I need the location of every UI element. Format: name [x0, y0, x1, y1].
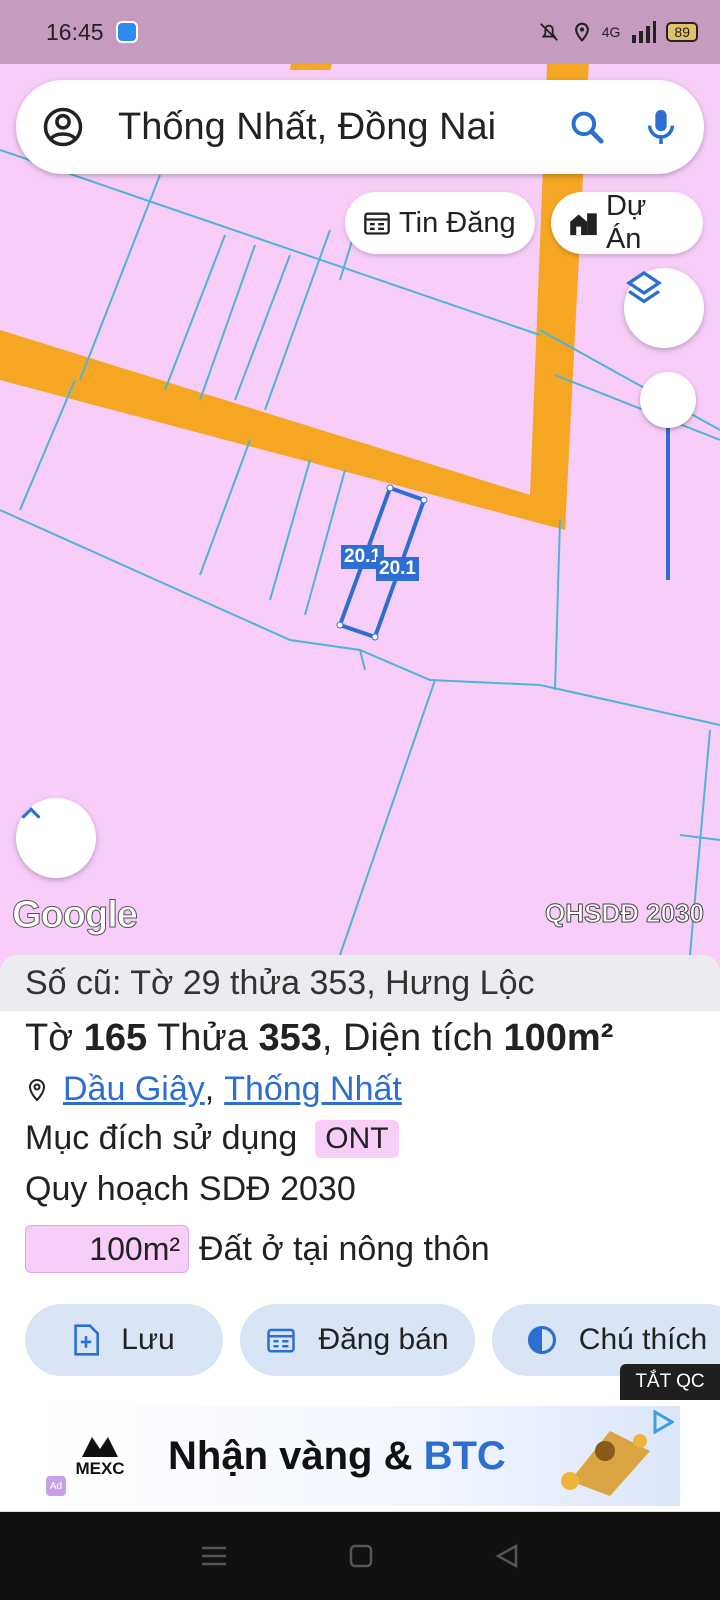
plan-land-row: 100m² Đất ở tại nông thôn: [25, 1225, 695, 1273]
system-nav-bar: [0, 1512, 720, 1600]
ad-brand: MEXC: [40, 1433, 160, 1479]
ad-choices-icon[interactable]: [652, 1410, 674, 1434]
post-sale-button[interactable]: Đăng bán: [240, 1304, 475, 1376]
land-use-code-badge: ONT: [315, 1119, 399, 1158]
file-add-icon: [74, 1324, 100, 1356]
mexc-logo-icon: [82, 1437, 118, 1457]
plan-title: Quy hoạch SDĐ 2030: [25, 1170, 356, 1208]
calendar-list-icon: [364, 212, 390, 235]
opacity-slider-track[interactable]: [666, 425, 670, 580]
lot-label: Thửa: [156, 1017, 248, 1059]
home-icon[interactable]: [348, 1543, 374, 1569]
calendar-list-icon: [267, 1328, 296, 1353]
opacity-slider-knob[interactable]: [640, 372, 696, 428]
close-ad-button[interactable]: TẮT QC: [620, 1364, 720, 1400]
status-bar: 16:45 4G 89: [0, 0, 720, 64]
buildings-icon: [570, 213, 597, 236]
post-sale-button-label: Đăng bán: [318, 1323, 449, 1356]
location-separator: ,: [204, 1070, 215, 1108]
search-bar[interactable]: Thống Nhất, Đồng Nai: [16, 80, 704, 174]
battery-indicator: 89: [666, 22, 698, 42]
menu-icon[interactable]: [200, 1544, 228, 1568]
projects-chip-label: Dự Án: [605, 190, 647, 255]
action-buttons: Lưu Đăng bán Chú thích: [25, 1304, 720, 1376]
legend-button-label: Chú thích: [578, 1323, 708, 1356]
search-input[interactable]: Thống Nhất, Đồng Nai: [118, 106, 568, 149]
ad-headline-part: Nhận vàng &: [168, 1433, 424, 1478]
district-link[interactable]: Thống Nhất: [224, 1070, 402, 1109]
layers-button[interactable]: [624, 268, 704, 348]
ad-headline-highlight: BTC: [423, 1433, 506, 1478]
chevron-up-icon: [21, 807, 41, 819]
location-row: Dầu Giây , Thống Nhất: [25, 1070, 695, 1109]
parcel-summary: Tờ 165 Thửa 353, Diện tích 100m²: [25, 1017, 695, 1060]
ad-banner[interactable]: MEXC Nhận vàng & BTC Ad: [40, 1406, 680, 1506]
area-value: 100m²: [503, 1017, 614, 1059]
parcel-label: 20.1: [376, 557, 419, 581]
sheet-number: 165: [83, 1017, 148, 1059]
lot-number: 353: [258, 1017, 322, 1059]
old-parcel-info: Số cũ: Tờ 29 thửa 353, Hưng Lộc: [0, 955, 720, 1011]
land-type-label: Đất ở tại nông thôn: [199, 1229, 490, 1268]
area-label: , Diện tích: [321, 1017, 493, 1059]
location-icon: [574, 22, 589, 42]
layer-label: QHSDĐ 2030: [545, 898, 705, 929]
network-type: 4G: [601, 24, 621, 40]
ad-headline: Nhận vàng & BTC: [168, 1434, 506, 1479]
microphone-icon[interactable]: [644, 107, 678, 147]
expand-sheet-button[interactable]: [16, 798, 96, 878]
layers-icon: [625, 270, 663, 304]
mute-icon: [539, 23, 558, 41]
save-button[interactable]: Lưu: [25, 1304, 223, 1376]
projects-chip[interactable]: Dự Án: [551, 190, 703, 255]
signal-icon: [632, 21, 657, 43]
land-area-swatch: 100m²: [25, 1225, 189, 1273]
ad-tag: Ad: [46, 1476, 66, 1496]
app-notification-icon: [115, 21, 138, 43]
commune-link[interactable]: Dầu Giây: [63, 1070, 205, 1109]
land-use-row: Mục đích sử dụng ONT: [25, 1119, 695, 1158]
status-icons: 4G 89: [536, 20, 698, 44]
sheet-label: Tờ: [25, 1017, 74, 1059]
ad-brand-name: MEXC: [75, 1459, 125, 1478]
google-logo: Google: [12, 894, 139, 937]
contrast-icon: [527, 1325, 556, 1355]
account-icon[interactable]: [42, 106, 84, 148]
location-pin-icon: [28, 1078, 46, 1101]
back-icon[interactable]: [494, 1543, 520, 1569]
listings-chip-label: Tin Đăng: [399, 206, 516, 239]
listings-chip[interactable]: Tin Đăng: [345, 192, 535, 254]
search-icon[interactable]: [568, 108, 606, 146]
land-use-label: Mục đích sử dụng: [25, 1119, 298, 1157]
status-time: 16:45: [46, 18, 104, 45]
save-button-label: Lưu: [121, 1323, 175, 1356]
